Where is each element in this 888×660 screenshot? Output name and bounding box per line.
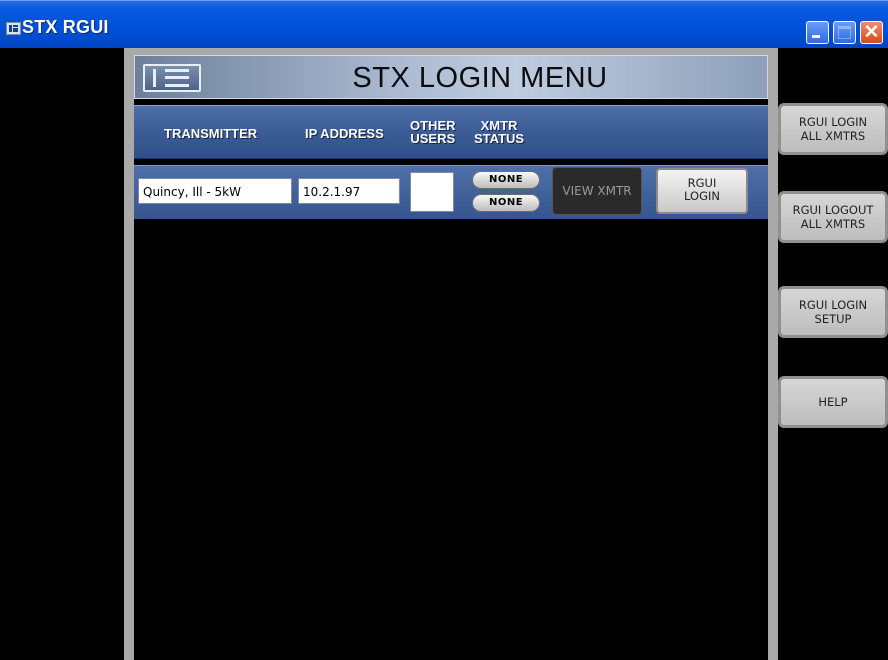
rgui-logout-all-xmtrs-button[interactable]: RGUI LOGOUT ALL XMTRS	[778, 191, 888, 243]
column-header-xmtr-status: XMTR STATUS	[474, 119, 524, 145]
column-header-ip-address: IP ADDRESS	[305, 126, 384, 141]
close-button[interactable]: ✕	[860, 21, 883, 44]
column-header-xmtr-line2: STATUS	[474, 131, 525, 146]
side-button-label-line1: RGUI LOGIN	[798, 115, 868, 129]
ip-address-field[interactable]: 10.2.1.97	[298, 178, 400, 204]
column-header-transmitter: TRANSMITTER	[164, 126, 258, 141]
rgui-login-setup-button[interactable]: RGUI LOGIN SETUP	[778, 286, 888, 338]
column-header-bar: TRANSMITTER IP ADDRESS OTHER USERS XMTR …	[134, 105, 768, 159]
xmtr-status-indicator-top: NONE	[472, 171, 540, 189]
maximize-button[interactable]	[833, 21, 856, 44]
side-button-label-line1: HELP	[818, 395, 848, 409]
app-icon[interactable]	[6, 22, 21, 35]
view-xmtr-button[interactable]: VIEW XMTR	[552, 167, 642, 215]
minimize-button[interactable]	[806, 21, 829, 44]
rgui-login-line2: LOGIN	[684, 189, 720, 203]
menu-header: STX LOGIN MENU	[134, 55, 768, 99]
close-icon: ✕	[863, 22, 880, 43]
page-title: STX LOGIN MENU	[352, 62, 608, 94]
login-panel-inner: STX LOGIN MENU TRANSMITTER IP ADDRESS OT…	[134, 55, 768, 660]
login-panel: STX LOGIN MENU TRANSMITTER IP ADDRESS OT…	[124, 48, 778, 660]
other-users-field	[410, 172, 454, 212]
help-button[interactable]: HELP	[778, 376, 888, 428]
side-button-label-line2: ALL XMTRS	[800, 129, 866, 143]
side-button-label-line1: RGUI LOGIN	[798, 298, 868, 312]
transmitter-row: Quincy, Ill - 5kW 10.2.1.97 NONE NONE VI…	[134, 165, 768, 219]
side-button-label-line1: RGUI LOGOUT	[792, 203, 874, 217]
column-header-other-line2: USERS	[410, 131, 456, 146]
window-title-bar[interactable]: STX RGUI ✕	[0, 0, 888, 48]
transmitter-name-field[interactable]: Quincy, Ill - 5kW	[138, 178, 292, 204]
rgui-login-all-xmtrs-button[interactable]: RGUI LOGIN ALL XMTRS	[778, 103, 888, 155]
window-title: STX RGUI	[22, 17, 109, 37]
side-button-label-line2: SETUP	[814, 312, 852, 326]
rgui-login-button[interactable]: RGUI LOGIN	[656, 168, 748, 214]
side-button-label-line2: ALL XMTRS	[800, 217, 866, 231]
column-header-other-users: OTHER USERS	[410, 119, 456, 145]
xmtr-status-indicator-bottom: NONE	[472, 194, 540, 212]
